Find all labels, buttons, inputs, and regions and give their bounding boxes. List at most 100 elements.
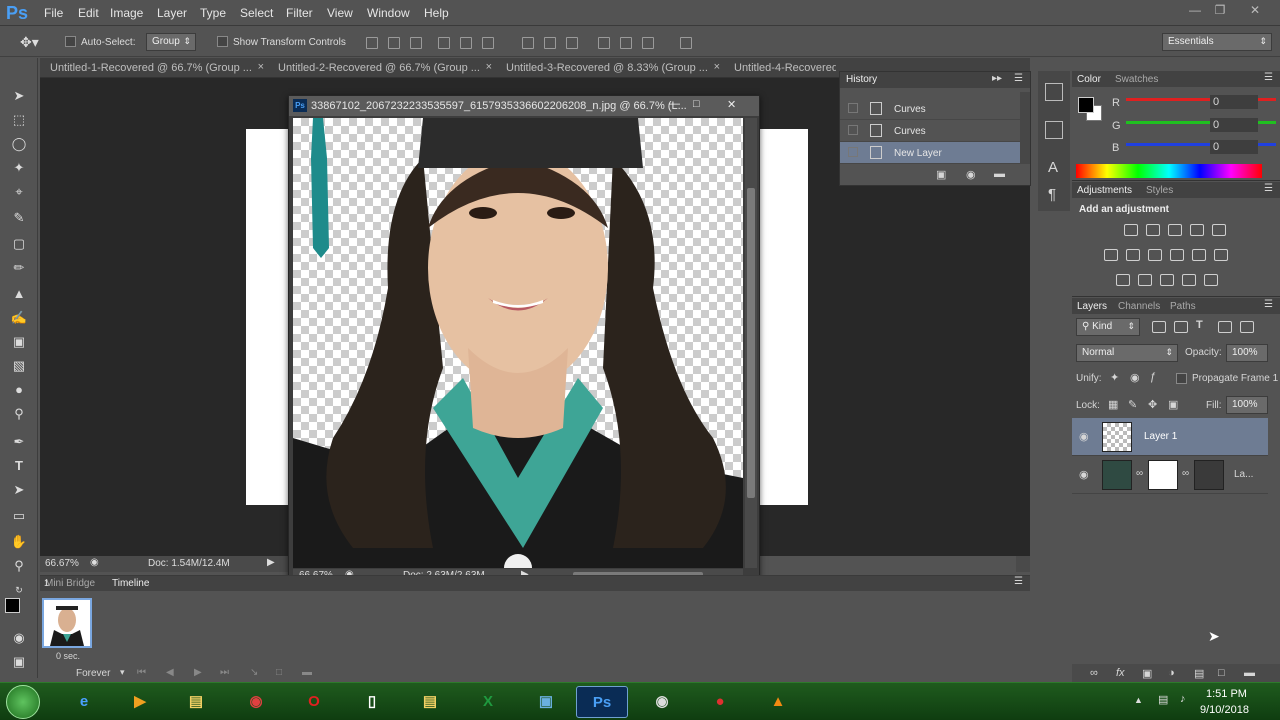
minimize-icon[interactable]: — bbox=[1185, 3, 1205, 19]
tab-adjustments[interactable]: Adjustments bbox=[1077, 185, 1132, 196]
channel-mixer-icon[interactable] bbox=[1192, 249, 1206, 261]
delete-frame-icon[interactable]: ▬ bbox=[302, 667, 312, 678]
vibrance-icon[interactable] bbox=[1212, 224, 1226, 236]
tab-paths[interactable]: Paths bbox=[1170, 301, 1196, 312]
lock-transparent-icon[interactable]: ▦ bbox=[1108, 398, 1118, 411]
path-selection-icon[interactable]: ➤ bbox=[9, 480, 29, 500]
layer-mask-thumbnail[interactable] bbox=[1148, 460, 1178, 490]
move-tool-icon[interactable]: ✥▾ bbox=[20, 34, 39, 51]
file-explorer-icon[interactable]: ▤ bbox=[170, 686, 222, 718]
filter-type-icon[interactable]: T bbox=[1196, 319, 1203, 331]
hand-icon[interactable]: ✋ bbox=[9, 532, 29, 552]
layer-filter-kind[interactable]: ⚲ Kind ⇕ bbox=[1076, 318, 1140, 336]
workspace-dropdown[interactable]: Essentials ⇕ bbox=[1162, 33, 1272, 51]
distribute-left-icon[interactable] bbox=[598, 37, 610, 49]
lock-pixels-icon[interactable]: ✎ bbox=[1128, 398, 1137, 411]
gradient-map-icon[interactable] bbox=[1204, 274, 1218, 286]
brightness-contrast-icon[interactable] bbox=[1124, 224, 1138, 236]
tray-expand-icon[interactable]: ▲ bbox=[1134, 695, 1143, 705]
zoom-icon[interactable]: ⚲ bbox=[9, 556, 29, 576]
tween-icon[interactable]: ↘ bbox=[250, 667, 258, 678]
unify-style-icon[interactable]: ƒ bbox=[1150, 371, 1156, 383]
character-panel-icon[interactable]: A bbox=[1048, 159, 1058, 176]
menu-type[interactable]: Type bbox=[200, 6, 226, 20]
opera-icon[interactable]: O bbox=[288, 686, 340, 718]
previous-frame-icon[interactable]: ◀ bbox=[166, 667, 174, 678]
clone-stamp-icon[interactable]: ▲ bbox=[9, 284, 29, 304]
healing-brush-icon[interactable]: ▢ bbox=[9, 234, 29, 254]
dodge-icon[interactable]: ⚲ bbox=[9, 404, 29, 424]
auto-align-icon[interactable] bbox=[680, 37, 692, 49]
timeline-frame-1[interactable]: 1 bbox=[42, 578, 92, 648]
tab-styles[interactable]: Styles bbox=[1146, 185, 1173, 196]
volume-icon[interactable]: ♪ bbox=[1180, 693, 1186, 705]
hue-saturation-icon[interactable] bbox=[1104, 249, 1118, 261]
new-adjustment-icon[interactable]: ◑ bbox=[1168, 667, 1175, 679]
tab-close-icon[interactable]: × bbox=[486, 61, 492, 73]
menu-help[interactable]: Help bbox=[424, 6, 449, 20]
panel-menu-icon[interactable]: ☰ bbox=[1264, 183, 1273, 194]
clock-time[interactable]: 1:51 PM bbox=[1206, 688, 1247, 700]
new-group-icon[interactable]: ▤ bbox=[1194, 667, 1204, 680]
unify-visibility-icon[interactable]: ◉ bbox=[1130, 371, 1140, 384]
channel-b-value[interactable]: 0 bbox=[1210, 140, 1258, 154]
channel-g-value[interactable]: 0 bbox=[1210, 118, 1258, 132]
history-snapshot-box[interactable] bbox=[848, 103, 858, 113]
history-scrollbar[interactable] bbox=[1020, 92, 1030, 164]
filter-smart-object-icon[interactable] bbox=[1240, 321, 1254, 333]
collapse-icon[interactable]: ▸▸ bbox=[992, 73, 1002, 84]
menu-layer[interactable]: Layer bbox=[157, 6, 187, 20]
filter-adjustment-icon[interactable] bbox=[1174, 321, 1188, 333]
first-frame-icon[interactable]: ⏮ bbox=[137, 667, 146, 678]
history-item[interactable]: Curves bbox=[840, 98, 1020, 120]
align-top-icon[interactable] bbox=[366, 37, 378, 49]
filter-shape-icon[interactable] bbox=[1218, 321, 1232, 333]
delete-state-icon[interactable]: ▬ bbox=[994, 168, 1005, 180]
propagate-checkbox[interactable] bbox=[1176, 373, 1187, 384]
tab-untitled-1[interactable]: Untitled-1-Recovered @ 66.7% (Group ... × bbox=[42, 58, 268, 78]
photo-filter-icon[interactable] bbox=[1170, 249, 1184, 261]
doc-close-icon[interactable]: ✕ bbox=[727, 98, 736, 111]
tab-channels[interactable]: Channels bbox=[1118, 301, 1160, 312]
selective-color-icon[interactable] bbox=[1182, 274, 1196, 286]
play-icon[interactable]: ▶ bbox=[194, 667, 202, 678]
align-left-icon[interactable] bbox=[438, 37, 450, 49]
history-panel-icon[interactable] bbox=[1045, 83, 1063, 101]
layer-row-selected[interactable]: ◉ Layer 1 bbox=[1072, 418, 1268, 456]
history-snapshot-box[interactable] bbox=[848, 125, 858, 135]
link-layers-icon[interactable]: ∞ bbox=[1090, 667, 1098, 679]
tab-timeline[interactable]: Timeline bbox=[112, 578, 149, 589]
tab-close-icon[interactable]: × bbox=[714, 61, 720, 73]
document-window-title[interactable]: Ps 33867102_2067232233535597_61579353366… bbox=[289, 96, 759, 116]
marquee-icon[interactable]: ⬚ bbox=[9, 110, 29, 130]
restore-icon[interactable]: ❐ bbox=[1210, 3, 1230, 19]
lasso-icon[interactable]: ◯ bbox=[9, 134, 29, 154]
loop-dropdown-icon[interactable]: ▾ bbox=[120, 667, 125, 678]
menu-edit[interactable]: Edit bbox=[78, 6, 99, 20]
eyedropper-icon[interactable]: ✎ bbox=[9, 208, 29, 228]
tab-mini-bridge[interactable]: Mini Bridge bbox=[45, 578, 95, 589]
doc-vertical-scrollbar[interactable] bbox=[745, 118, 757, 568]
blur-icon[interactable]: ● bbox=[9, 380, 29, 400]
tab-untitled-3[interactable]: Untitled-3-Recovered @ 8.33% (Group ... × bbox=[498, 58, 724, 78]
menu-window[interactable]: Window bbox=[367, 6, 410, 20]
new-snapshot-icon[interactable]: ◉ bbox=[966, 168, 976, 181]
frame-delay[interactable]: 0 sec. bbox=[56, 651, 80, 661]
distribute-right-icon[interactable] bbox=[642, 37, 654, 49]
threshold-icon[interactable] bbox=[1160, 274, 1174, 286]
vlc-icon[interactable]: ▲ bbox=[752, 686, 804, 718]
posterize-icon[interactable] bbox=[1138, 274, 1152, 286]
exposure-icon[interactable] bbox=[1190, 224, 1204, 236]
duplicate-frame-icon[interactable]: □ bbox=[276, 667, 282, 678]
show-transform-checkbox[interactable] bbox=[217, 36, 228, 47]
align-vcenter-icon[interactable] bbox=[388, 37, 400, 49]
auto-select-dropdown[interactable]: Group ⇕ bbox=[146, 33, 196, 51]
align-right-icon[interactable] bbox=[482, 37, 494, 49]
lock-all-icon[interactable]: ▣ bbox=[1168, 398, 1178, 411]
screen-mode-icon[interactable]: ▣ bbox=[9, 652, 29, 672]
properties-panel-icon[interactable] bbox=[1045, 121, 1063, 139]
eye-icon[interactable]: ◉ bbox=[1079, 430, 1089, 443]
brush-icon[interactable]: ✏ bbox=[9, 258, 29, 278]
menu-view[interactable]: View bbox=[327, 6, 353, 20]
chrome-icon[interactable]: ◉ bbox=[230, 686, 282, 718]
